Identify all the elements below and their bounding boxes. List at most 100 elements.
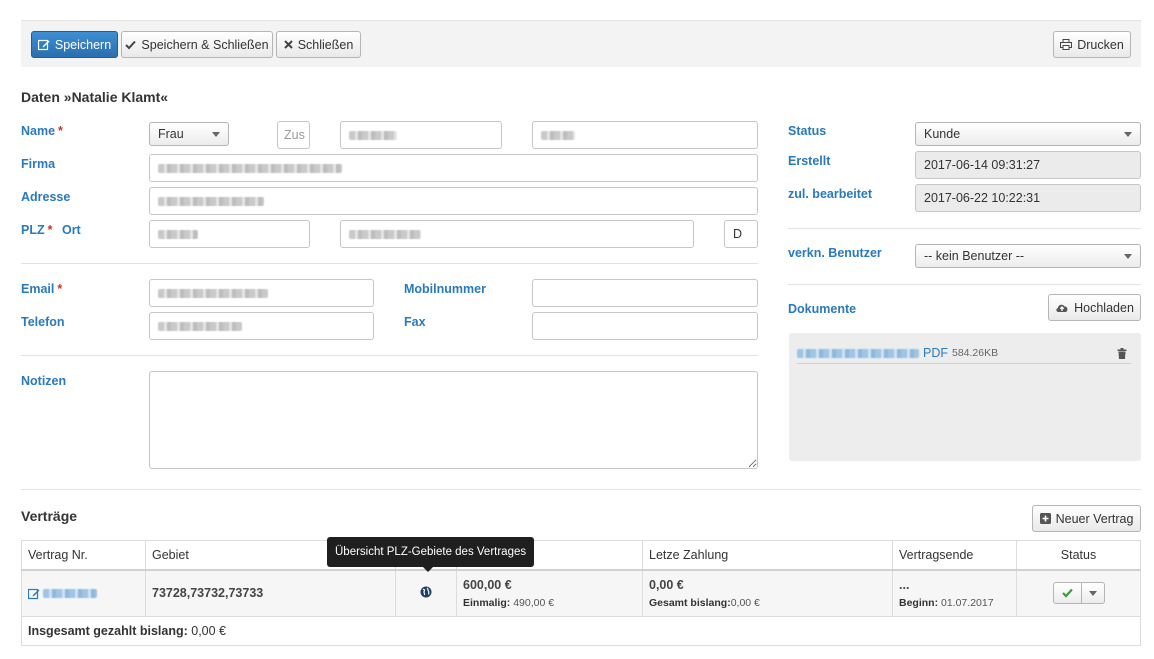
last-name-input[interactable] [532,121,758,149]
firma-label: Firma [21,157,56,171]
salutation-value: Frau [158,127,184,141]
trash-icon[interactable] [1117,347,1127,359]
contracts-title: Verträge [21,508,78,524]
redacted-value [158,163,342,173]
close-button[interactable]: Schließen [276,31,361,58]
document-item[interactable]: PDF 584.26KB [797,343,1131,364]
amount-cell: 600,00 € Einmalig: 490,00 € [456,569,643,617]
created-label: Erstellt [788,154,831,168]
contracts-table: Vertrag Nr. Gebiet Letze Zahlung Vertrag… [21,540,1141,646]
redacted-value [158,321,242,331]
total-label: Insgesamt gezahlt bislang: [28,624,188,638]
contract-number-cell[interactable] [21,569,146,617]
redacted-contract-number [43,589,98,599]
user-select[interactable]: -- kein Benutzer -- [915,244,1141,268]
check-icon [125,40,137,50]
total-value: 0,00 € [191,624,227,638]
einmalig-value: 490,00 € [513,596,555,609]
last-payment-value: 0,00 € [649,577,684,592]
notizen-textarea[interactable] [149,371,758,469]
firma-input[interactable] [149,154,758,182]
plz-input[interactable] [149,220,310,248]
globe-icon[interactable] [420,586,432,598]
save-button[interactable]: Speichern [31,31,118,58]
first-name-input[interactable] [340,121,502,149]
chevron-down-icon [1088,590,1097,596]
beginn-line: Beginn: 01.07.2017 [899,597,1010,609]
user-value: -- kein Benutzer -- [924,249,1025,263]
vertragsende-value: ... [899,577,910,592]
redacted-value [158,288,268,298]
email-input[interactable] [149,279,374,307]
name-suffix-input[interactable]: Zus [277,121,310,149]
plz-tooltip: Übersicht PLZ-Gebiete des Vertrages [327,537,535,572]
email-label-text: Email [21,282,55,296]
divider [788,228,1141,229]
adresse-input[interactable] [149,187,758,215]
col-status: Status [1016,540,1141,571]
mobil-input[interactable] [532,279,758,307]
fax-input[interactable] [532,312,758,340]
country-value: D [733,227,743,241]
divider [21,355,758,356]
plz-ort-label: PLZ * Ort [21,223,81,237]
notizen-label: Notizen [21,374,67,388]
map-cell[interactable] [395,569,457,617]
col-letzte-zahlung: Letze Zahlung [642,540,893,571]
beginn-value: 01.07.2017 [941,596,994,609]
edited-field: 2017-06-22 10:22:31 [915,184,1141,212]
table-footer-row: Insgesamt gezahlt bislang: 0,00 € [21,616,1141,646]
document-size: 584.26KB [952,347,999,359]
status-value: Kunde [924,127,961,141]
save-close-label: Speichern & Schließen [141,37,269,52]
save-button-label: Speichern [54,37,112,52]
gesamt-line: Gesamt bislang:0,00 € [649,597,886,609]
col-vertragsende: Vertragsende [892,540,1017,571]
zus-placeholder: Zus [284,128,305,142]
print-button[interactable]: Drucken [1053,31,1131,58]
divider [788,284,1141,285]
ort-label: Ort [61,223,81,237]
name-label: Name * [21,124,63,138]
status-select[interactable]: Kunde [915,122,1141,146]
mobil-label: Mobilnummer [404,282,486,296]
edit-icon[interactable] [28,588,40,600]
redacted-value [158,196,264,206]
gebiet-cell: 73728,73732,73733 [145,569,396,617]
check-icon [1061,589,1073,598]
close-icon [283,40,293,49]
new-contract-button[interactable]: Neuer Vertrag [1032,505,1141,532]
salutation-select[interactable]: Frau [149,122,229,146]
user-label: verkn. Benutzer [788,246,882,260]
documents-label: Dokumente [788,302,857,316]
new-contract-label: Neuer Vertrag [1055,511,1134,526]
edit-icon [37,39,50,51]
print-icon [1060,39,1073,50]
save-close-button[interactable]: Speichern & Schließen [121,31,273,58]
status-active-button[interactable] [1054,583,1082,604]
col-vertrag-nr: Vertrag Nr. [21,540,146,571]
edited-value: 2017-06-22 10:22:31 [924,191,1041,205]
page-title: Daten »Natalie Klamt« [21,89,169,105]
telefon-label: Telefon [21,315,65,329]
name-label-text: Name [21,124,56,138]
chevron-down-icon [212,131,220,137]
ort-input[interactable] [340,220,694,248]
email-label: Email * [21,282,62,296]
fax-label: Fax [404,315,426,329]
status-label: Status [788,124,827,138]
telefon-input[interactable] [149,312,374,340]
gesamt-value: 0,00 € [730,596,760,609]
country-input[interactable]: D [724,220,758,248]
plus-square-icon [1039,513,1051,524]
close-label: Schließen [297,37,354,52]
total-cell: Insgesamt gezahlt bislang: 0,00 € [21,616,1141,646]
print-label: Drucken [1077,37,1124,52]
upload-button[interactable]: Hochladen [1048,294,1141,321]
plz-label: PLZ [21,223,45,237]
last-payment-cell: 0,00 € Gesamt bislang:0,00 € [642,569,893,617]
beginn-label: Beginn: [899,596,939,609]
divider [21,263,758,264]
divider [21,489,1141,490]
status-dropdown-toggle[interactable] [1082,583,1104,603]
